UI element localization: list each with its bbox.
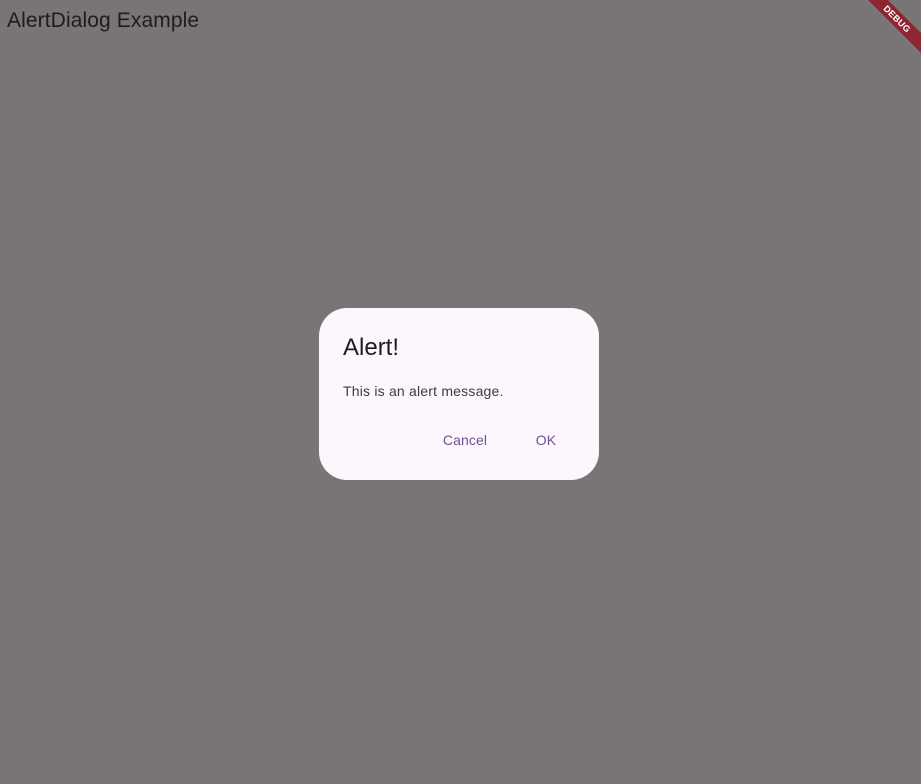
debug-banner-label: DEBUG bbox=[861, 0, 921, 57]
debug-banner: DEBUG bbox=[861, 0, 921, 60]
dialog-title: Alert! bbox=[343, 334, 400, 361]
dialog-actions: Cancel OK bbox=[421, 422, 575, 458]
alert-dialog: Alert! This is an alert message. Cancel … bbox=[319, 308, 599, 480]
app-title: AlertDialog Example bbox=[7, 9, 200, 32]
cancel-button[interactable]: Cancel bbox=[421, 422, 509, 458]
ok-button[interactable]: OK bbox=[517, 422, 575, 458]
dialog-message: This is an alert message. bbox=[343, 383, 504, 399]
